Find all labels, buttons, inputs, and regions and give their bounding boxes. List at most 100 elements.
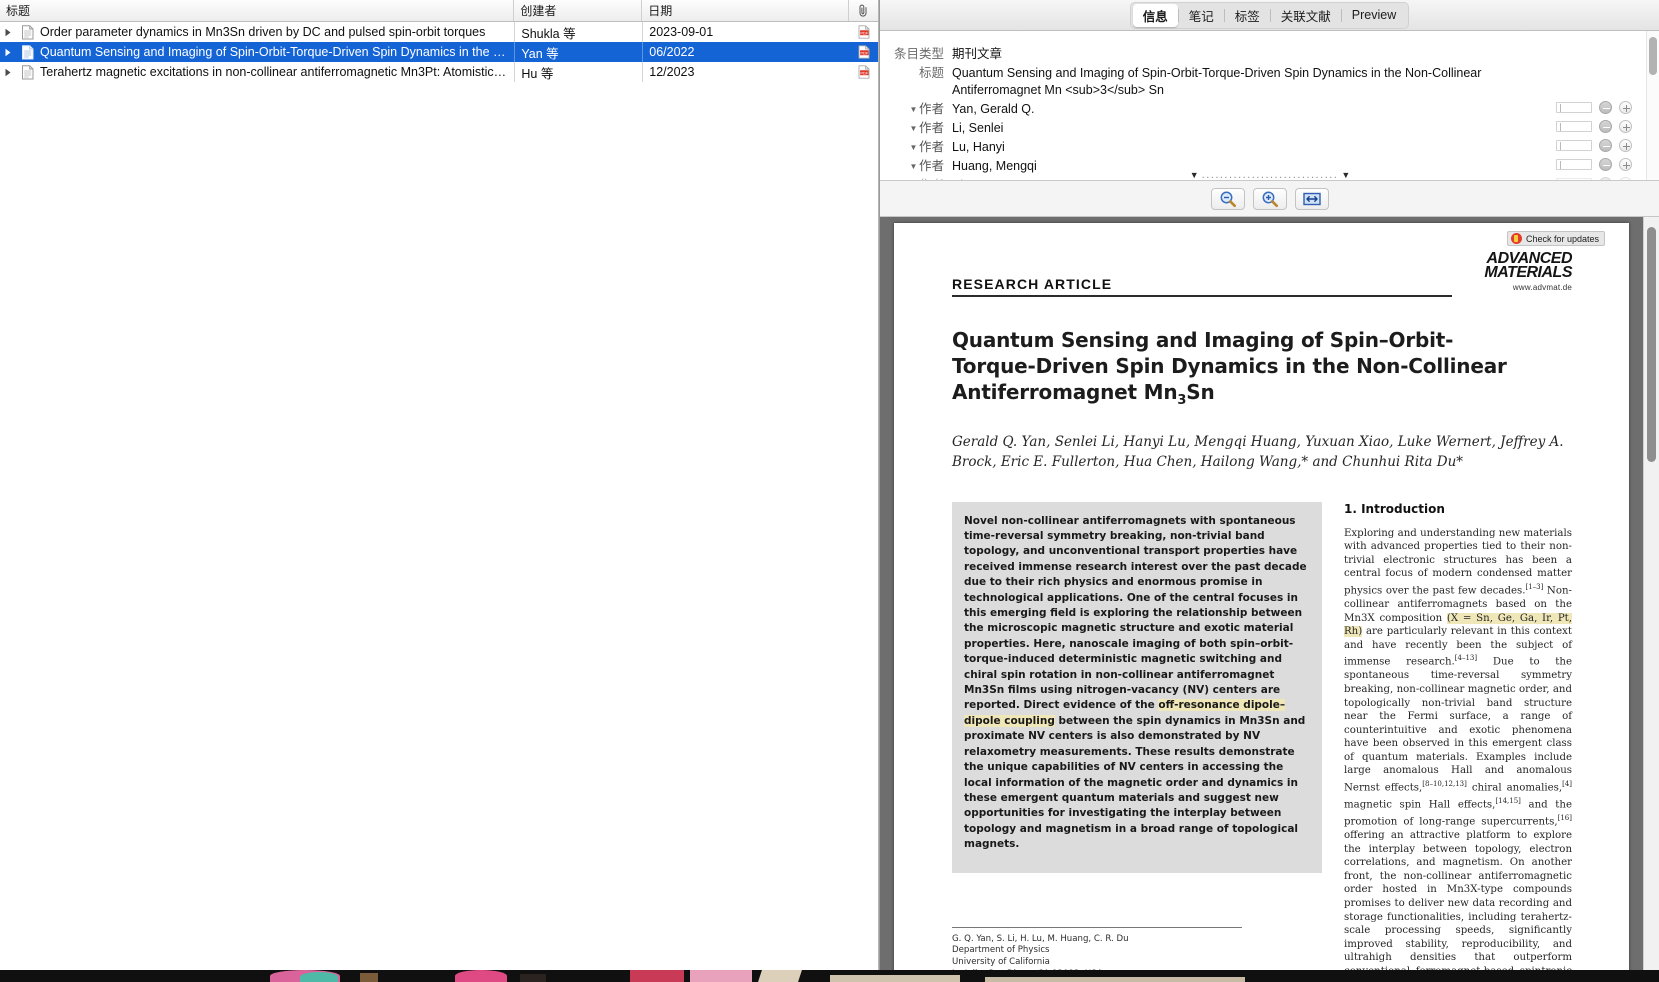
column-header-title-label: 标题 <box>6 4 31 18</box>
field-label-creator[interactable]: ▼作者 <box>880 101 952 118</box>
creator-mode-field[interactable] <box>1556 159 1592 170</box>
journal-logo: ADVANCED MATERIALS www.advmat.de <box>1484 251 1572 292</box>
field-value-item-type[interactable]: 期刊文章 <box>952 46 1659 63</box>
pdf-scrollbar-track[interactable] <box>1643 217 1659 970</box>
intro-ref-2[interactable]: [4–13] <box>1455 654 1477 662</box>
info-scrollbar-track[interactable] <box>1646 31 1659 180</box>
wallpaper-shape <box>360 973 378 982</box>
pdf-title-line-3-post: Sn <box>1186 379 1215 404</box>
creator-mode-field[interactable] <box>1556 121 1592 132</box>
intro-p2: Due to the spontaneous time-reversal sym… <box>1344 656 1572 794</box>
items-pane: 标题 创建者 日期 Order parameter dynamics in Mn… <box>0 0 879 970</box>
row-attachment-cell[interactable]: PDF <box>849 62 878 82</box>
row-creator-cell[interactable]: Shukla 等 <box>514 22 642 42</box>
item-pane-tabbar: 信息 笔记 标签 关联文献 Preview <box>880 0 1659 31</box>
row-date-cell[interactable]: 12/2023 <box>642 62 849 82</box>
zoom-in-icon <box>1262 191 1278 207</box>
wallpaper-shape <box>690 970 752 982</box>
field-value-title[interactable]: Quantum Sensing and Imaging of Spin-Orbi… <box>952 65 1577 99</box>
expand-triangle-icon[interactable] <box>0 28 16 37</box>
affil-1-line-2: Department of Physics <box>952 945 1050 956</box>
field-creator: ▼ 作者 Yan, Gerald Q. <box>880 100 1659 119</box>
row-date-cell[interactable]: 2023-09-01 <box>642 22 849 42</box>
intro-ref-1[interactable]: [1–3] <box>1525 583 1543 591</box>
column-header-creator[interactable]: 创建者 <box>514 0 643 21</box>
field-value-creator[interactable]: Huang, Mengqi <box>952 158 1556 175</box>
table-row[interactable]: Order parameter dynamics in Mn3Sn driven… <box>0 22 878 42</box>
row-title-text: Terahertz magnetic excitations in non-co… <box>40 65 507 79</box>
row-attachment-cell[interactable]: PDF <box>849 22 878 42</box>
remove-creator-button[interactable] <box>1599 158 1612 171</box>
intro-ref-4[interactable]: [4] <box>1562 780 1572 788</box>
creator-mode-field[interactable] <box>1556 102 1592 113</box>
tab-notes[interactable]: 笔记 <box>1179 4 1224 27</box>
pdf-scrollbar-thumb[interactable] <box>1647 227 1656 462</box>
row-attachment-cell[interactable]: PDF <box>849 42 878 62</box>
add-creator-button[interactable] <box>1619 120 1632 133</box>
column-header-title[interactable]: 标题 <box>0 0 515 21</box>
wallpaper-shape <box>830 975 960 982</box>
creator-label-text: 作者 <box>918 102 944 116</box>
wallpaper-shape <box>630 970 684 982</box>
intro-ref-3[interactable]: [8–10,12,13] <box>1422 780 1467 788</box>
column-header-attachment[interactable] <box>849 0 878 21</box>
row-creator-cell[interactable]: Yan 等 <box>514 42 642 62</box>
tab-info[interactable]: 信息 <box>1132 3 1178 27</box>
creator-mode-field[interactable] <box>1556 140 1592 151</box>
pdf-page: Check for updates RESEARCH ARTICLE ADVAN… <box>894 223 1629 970</box>
chevron-down-icon[interactable]: ▼ <box>909 158 918 175</box>
field-label-creator[interactable]: ▼作者 <box>880 139 952 156</box>
row-creator-cell[interactable]: Hu 等 <box>514 62 642 82</box>
add-creator-button[interactable] <box>1619 158 1632 171</box>
fit-width-button[interactable] <box>1295 187 1329 210</box>
field-value-creator[interactable]: Yan, Gerald Q. <box>952 101 1556 118</box>
row-date-cell[interactable]: 06/2022 <box>642 42 849 62</box>
creator-label-text: 作者 <box>918 159 944 173</box>
tab-related[interactable]: 关联文献 <box>1271 4 1341 27</box>
expand-triangle-icon[interactable] <box>0 48 16 57</box>
field-label-creator[interactable]: ▼作者 <box>880 120 952 137</box>
pdf-icon: PDF <box>858 25 870 39</box>
add-creator-button[interactable] <box>1619 101 1632 114</box>
expand-triangle-icon[interactable] <box>0 68 16 77</box>
intro-p2-b: chiral anomalies, <box>1466 782 1563 794</box>
column-header-date[interactable]: 日期 <box>642 0 850 21</box>
zoom-out-button[interactable] <box>1211 187 1245 210</box>
remove-creator-button[interactable] <box>1599 120 1612 133</box>
wallpaper-shape <box>520 974 546 982</box>
wallpaper-shape <box>455 970 507 982</box>
intro-ref-5[interactable]: [14,15] <box>1495 797 1521 805</box>
items-list[interactable]: Order parameter dynamics in Mn3Sn driven… <box>0 22 878 82</box>
items-column-header: 标题 创建者 日期 <box>0 0 878 22</box>
tab-preview[interactable]: Preview <box>1342 6 1406 24</box>
info-scrollbar-thumb[interactable] <box>1649 37 1657 75</box>
table-row[interactable]: Terahertz magnetic excitations in non-co… <box>0 62 878 82</box>
chevron-down-icon[interactable]: ▼ <box>909 139 918 156</box>
add-creator-button[interactable] <box>1619 139 1632 152</box>
field-value-creator[interactable]: Lu, Hanyi <box>952 139 1556 156</box>
pdf-title-line-3-sub: 3 <box>1177 392 1187 408</box>
remove-creator-button[interactable] <box>1599 101 1612 114</box>
wallpaper-shape <box>985 977 1245 982</box>
chevron-down-icon[interactable]: ▼ <box>909 101 918 118</box>
pdf-toolbar <box>880 181 1659 217</box>
zoom-in-button[interactable] <box>1253 187 1287 210</box>
chevron-down-icon[interactable]: ▼ <box>909 120 918 137</box>
table-row[interactable]: Quantum Sensing and Imaging of Spin-Orbi… <box>0 42 878 62</box>
row-title-cell[interactable]: Quantum Sensing and Imaging of Spin-Orbi… <box>0 42 514 62</box>
field-label-creator[interactable]: ▼作者 <box>880 158 952 175</box>
pdf-title-line-2: Torque-Driven Spin Dynamics in the Non-C… <box>952 353 1507 378</box>
check-for-updates-badge[interactable]: Check for updates <box>1506 231 1605 246</box>
intro-ref-6[interactable]: [16] <box>1558 814 1572 822</box>
zoom-out-icon <box>1220 191 1236 207</box>
row-title-cell[interactable]: Terahertz magnetic excitations in non-co… <box>0 62 514 82</box>
pdf-affiliations: G. Q. Yan, S. Li, H. Lu, M. Huang, C. R.… <box>952 926 1322 970</box>
remove-creator-button[interactable] <box>1599 139 1612 152</box>
row-title-cell[interactable]: Order parameter dynamics in Mn3Sn driven… <box>0 22 514 42</box>
tab-tags[interactable]: 标签 <box>1225 4 1270 27</box>
field-item-type: 条目类型 期刊文章 <box>880 45 1659 64</box>
pdf-viewport[interactable]: Check for updates RESEARCH ARTICLE ADVAN… <box>880 217 1659 970</box>
field-creator: ▼ 作者 Lu, Hanyi <box>880 138 1659 157</box>
svg-text:PDF: PDF <box>860 50 868 55</box>
field-value-creator[interactable]: Li, Senlei <box>952 120 1556 137</box>
